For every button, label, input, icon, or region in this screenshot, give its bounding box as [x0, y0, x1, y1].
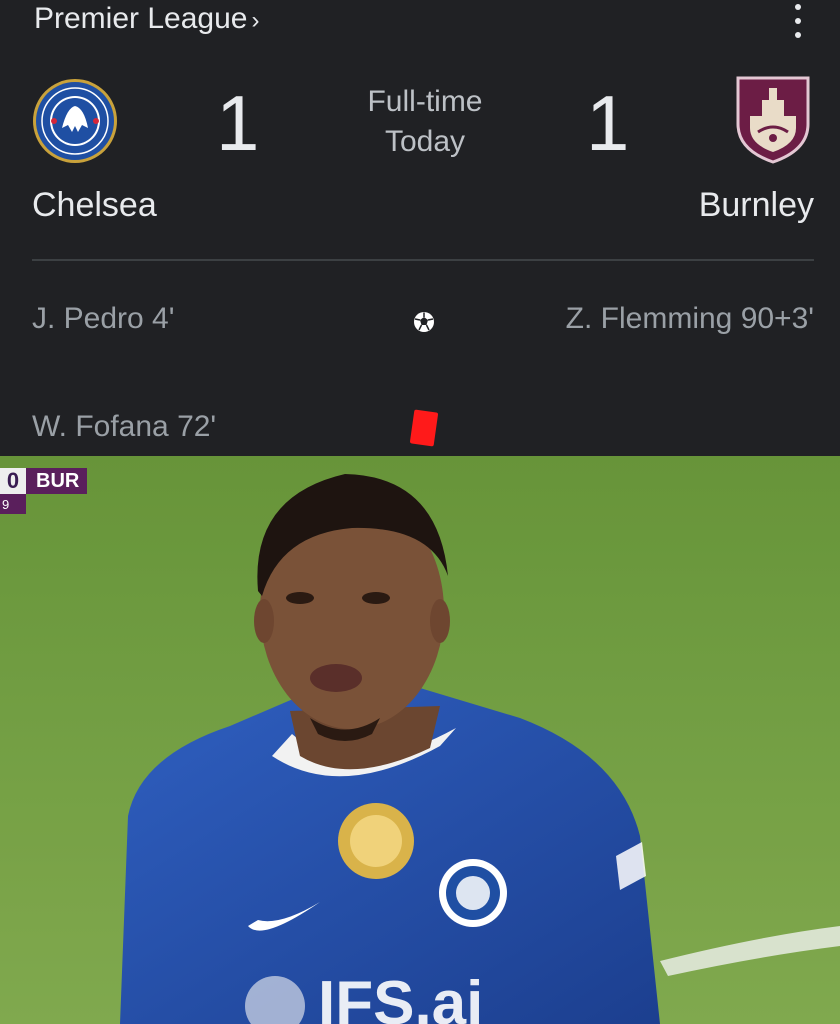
home-team-name[interactable]: Chelsea — [32, 186, 157, 225]
chevron-right-icon: › — [251, 7, 260, 34]
league-name: Premier League — [34, 2, 248, 35]
chelsea-crest-icon[interactable] — [32, 78, 118, 164]
match-card: Premier League › 1 Full-time Today 1 Chel… — [0, 0, 840, 456]
away-score: 1 — [586, 79, 630, 167]
match-photo: IFS.ai 0 BUR 9 — [0, 456, 840, 1024]
home-goal-event: J. Pedro 4' — [32, 302, 175, 335]
divider — [32, 259, 814, 261]
away-team-name[interactable]: Burnley — [699, 186, 814, 225]
burnley-crest-icon[interactable] — [736, 76, 810, 164]
bug-score: 0 — [0, 468, 26, 494]
status-full-time: Full-time — [367, 85, 483, 118]
league-link[interactable]: Premier League › — [34, 2, 259, 36]
more-options-icon[interactable] — [786, 4, 810, 38]
red-card-icon — [410, 409, 438, 447]
bug-time: 9 — [0, 494, 26, 514]
svg-text:IFS.ai: IFS.ai — [318, 969, 483, 1024]
red-card-event: W. Fofana 72' — [32, 410, 217, 443]
home-score: 1 — [216, 79, 260, 167]
score-bug: 0 BUR — [0, 468, 88, 494]
soccer-ball-icon — [414, 312, 434, 332]
status-date: Today — [384, 125, 466, 158]
bug-team: BUR — [26, 468, 88, 494]
match-status: Full-time Today — [330, 82, 520, 162]
player-image: IFS.ai — [0, 456, 840, 1024]
away-goal-event: Z. Flemming 90+3' — [565, 302, 814, 335]
